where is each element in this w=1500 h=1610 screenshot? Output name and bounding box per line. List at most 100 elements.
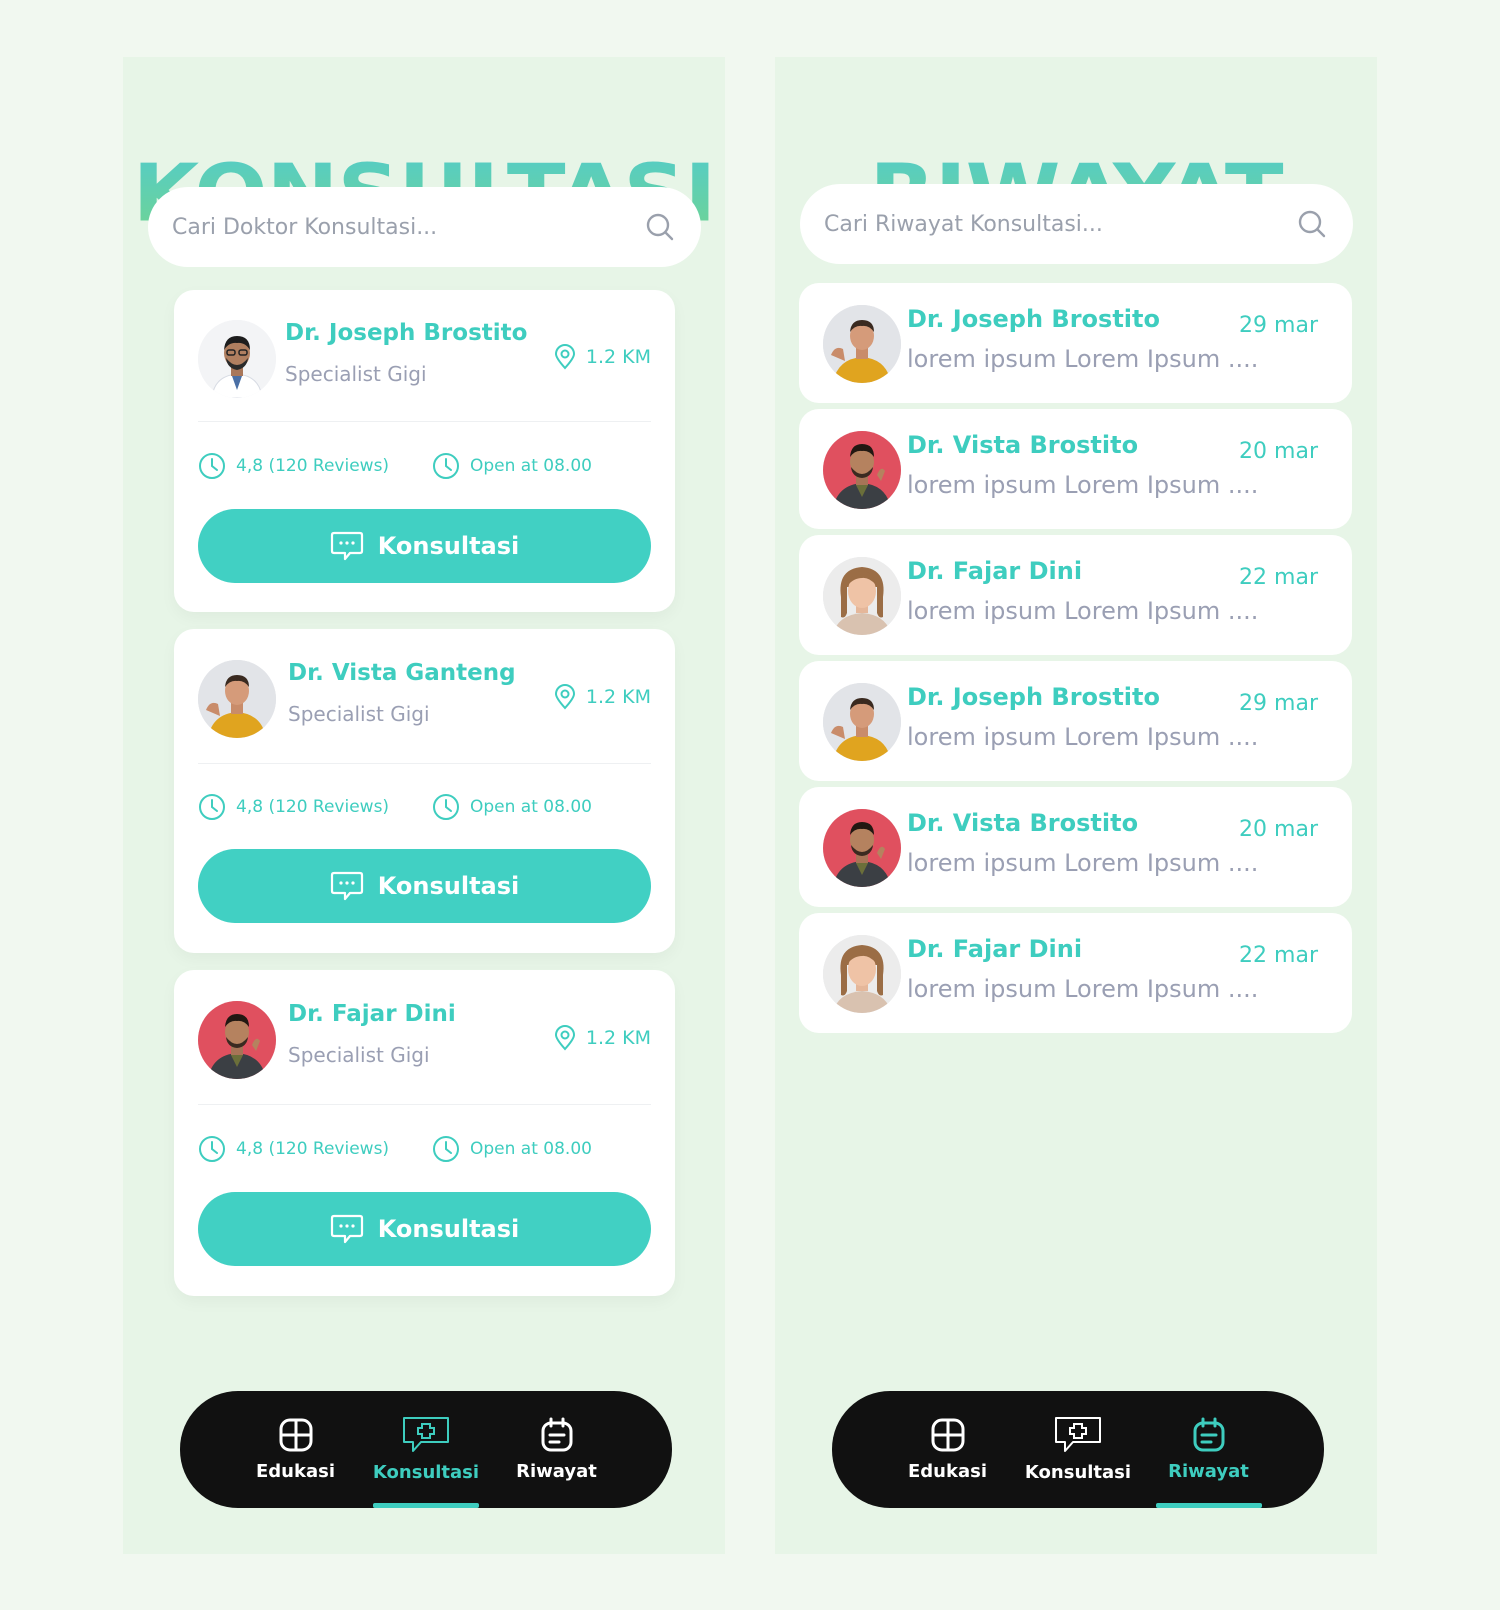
- calendar-list-icon: [1193, 1417, 1224, 1452]
- history-item[interactable]: Dr. Joseph Brostito 29 mar lorem ipsum L…: [799, 661, 1352, 781]
- doctor-name[interactable]: Dr. Fajar Dini: [288, 1001, 456, 1027]
- nav-label: Edukasi: [908, 1461, 987, 1482]
- nav-label: Riwayat: [516, 1461, 597, 1482]
- hours-text: Open at 08.00: [470, 797, 592, 817]
- search-icon[interactable]: [643, 210, 677, 244]
- grid-icon: [931, 1418, 964, 1452]
- doctor-specialty: Specialist Gigi: [288, 702, 430, 726]
- doctor-rating: 4,8 (120 Reviews): [198, 452, 389, 480]
- hours-text: Open at 08.00: [470, 456, 592, 476]
- nav-item-riwayat[interactable]: Riwayat: [1154, 1391, 1264, 1508]
- button-label: Konsultasi: [377, 1215, 520, 1243]
- history-item[interactable]: Dr. Fajar Dini 22 mar lorem ipsum Lorem …: [799, 535, 1352, 655]
- doctor-hours: Open at 08.00: [432, 793, 592, 821]
- doctor-name: Dr. Joseph Brostito: [907, 683, 1160, 711]
- search-bar[interactable]: [148, 187, 701, 267]
- konsultasi-button[interactable]: Konsultasi: [198, 849, 651, 923]
- history-preview: lorem ipsum Lorem Ipsum ....: [907, 975, 1259, 1003]
- doctor-avatar: [823, 935, 901, 1013]
- doctor-distance: 1.2 KM: [554, 344, 651, 370]
- doctor-avatar: [198, 660, 276, 738]
- doctor-distance: 1.2 KM: [554, 684, 651, 710]
- history-preview: lorem ipsum Lorem Ipsum ....: [907, 345, 1259, 373]
- doctor-avatar: [823, 305, 901, 383]
- doctor-avatar: [198, 320, 276, 398]
- history-preview: lorem ipsum Lorem Ipsum ....: [907, 849, 1259, 877]
- nav-item-konsultasi[interactable]: Konsultasi: [1023, 1391, 1133, 1508]
- chat-icon: [330, 1214, 363, 1244]
- doctor-name[interactable]: Dr. Vista Ganteng: [288, 660, 516, 686]
- history-date: 22 mar: [1239, 565, 1318, 590]
- rating-text: 4,8 (120 Reviews): [236, 456, 390, 476]
- chat-icon: [330, 531, 363, 561]
- nav-item-konsultasi[interactable]: Konsultasi: [371, 1391, 481, 1508]
- doctor-specialty: Specialist Gigi: [285, 362, 427, 386]
- button-label: Konsultasi: [377, 872, 520, 900]
- active-indicator: [1155, 1503, 1262, 1508]
- nav-item-riwayat[interactable]: Riwayat: [502, 1391, 612, 1508]
- distance-text: 1.2 KM: [585, 346, 651, 368]
- search-input[interactable]: [172, 214, 643, 240]
- bottom-nav: Edukasi Konsultasi Riwayat: [832, 1391, 1324, 1508]
- distance-text: 1.2 KM: [585, 1027, 651, 1049]
- doctor-avatar: [823, 431, 901, 509]
- rating-text: 4,8 (120 Reviews): [236, 797, 390, 817]
- history-item[interactable]: Dr. Fajar Dini 22 mar lorem ipsum Lorem …: [799, 913, 1352, 1033]
- nav-label: Konsultasi: [372, 1462, 480, 1483]
- location-pin-icon: [554, 684, 575, 710]
- chat-plus-icon: [403, 1417, 449, 1452]
- nav-item-edukasi[interactable]: Edukasi: [241, 1391, 351, 1508]
- search-input[interactable]: [824, 211, 1295, 237]
- hours-text: Open at 08.00: [470, 1139, 592, 1159]
- divider: [198, 1104, 651, 1105]
- clock-icon: [199, 794, 225, 820]
- chat-plus-icon: [1055, 1417, 1101, 1452]
- chat-icon: [330, 871, 363, 901]
- nav-item-edukasi[interactable]: Edukasi: [893, 1391, 1003, 1508]
- history-item[interactable]: Dr. Vista Brostito 20 mar lorem ipsum Lo…: [799, 787, 1352, 907]
- location-pin-icon: [554, 1025, 575, 1051]
- doctor-specialty: Specialist Gigi: [288, 1043, 430, 1067]
- history-date: 20 mar: [1239, 439, 1318, 464]
- doctor-avatar: [823, 809, 901, 887]
- riwayat-screen: RIWAYAT Dr. Joseph Brostito 29 mar lorem…: [775, 57, 1377, 1554]
- doctor-hours: Open at 08.00: [432, 1135, 592, 1163]
- doctor-avatar: [823, 683, 901, 761]
- doctor-avatar: [823, 557, 901, 635]
- divider: [198, 763, 651, 764]
- history-item[interactable]: Dr. Vista Brostito 20 mar lorem ipsum Lo…: [799, 409, 1352, 529]
- divider: [198, 421, 651, 422]
- doctor-hours: Open at 08.00: [432, 452, 592, 480]
- history-date: 22 mar: [1239, 943, 1318, 968]
- doctor-avatar: [198, 1001, 276, 1079]
- grid-icon: [279, 1418, 312, 1452]
- active-indicator: [373, 1503, 479, 1508]
- search-bar[interactable]: [800, 184, 1353, 264]
- doctor-name: Dr. Vista Brostito: [907, 809, 1139, 837]
- doctor-name: Dr. Joseph Brostito: [907, 305, 1160, 333]
- doctor-distance: 1.2 KM: [554, 1025, 651, 1051]
- location-pin-icon: [554, 344, 575, 370]
- button-label: Konsultasi: [377, 532, 520, 560]
- history-preview: lorem ipsum Lorem Ipsum ....: [907, 471, 1259, 499]
- doctor-name: Dr. Vista Brostito: [907, 431, 1139, 459]
- history-item[interactable]: Dr. Joseph Brostito 29 mar lorem ipsum L…: [799, 283, 1352, 403]
- history-date: 29 mar: [1239, 691, 1318, 716]
- nav-label: Riwayat: [1168, 1461, 1249, 1482]
- doctor-rating: 4,8 (120 Reviews): [198, 1135, 389, 1163]
- clock-icon: [433, 1136, 459, 1162]
- history-preview: lorem ipsum Lorem Ipsum ....: [907, 723, 1259, 751]
- nav-label: Edukasi: [256, 1461, 335, 1482]
- doctor-card: Dr. Fajar Dini Specialist Gigi 1.2 KM 4,…: [174, 970, 675, 1296]
- clock-icon: [199, 1136, 225, 1162]
- nav-label: Konsultasi: [1024, 1462, 1132, 1483]
- rating-text: 4,8 (120 Reviews): [236, 1139, 390, 1159]
- konsultasi-screen: KONSULTASI Dr. Joseph Brostito Specialis…: [123, 57, 725, 1554]
- doctor-card: Dr. Joseph Brostito Specialist Gigi 1.2 …: [174, 290, 675, 612]
- konsultasi-button[interactable]: Konsultasi: [198, 509, 651, 583]
- calendar-list-icon: [541, 1417, 572, 1452]
- search-icon[interactable]: [1295, 207, 1329, 241]
- doctor-name[interactable]: Dr. Joseph Brostito: [285, 320, 527, 346]
- konsultasi-button[interactable]: Konsultasi: [198, 1192, 651, 1266]
- history-date: 20 mar: [1239, 817, 1318, 842]
